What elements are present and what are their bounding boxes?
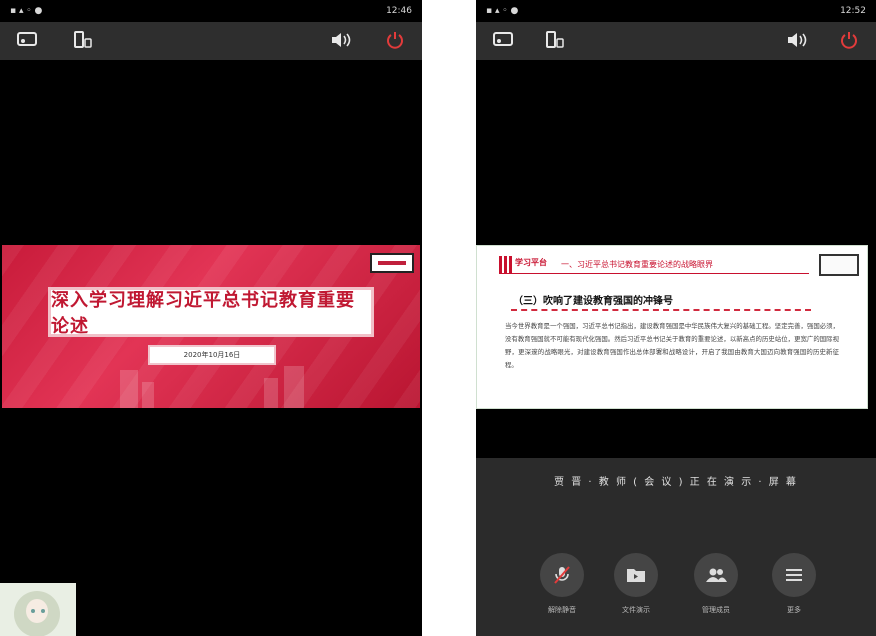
manage-members-button[interactable]: 管理成员 xyxy=(686,553,746,615)
menu-icon xyxy=(772,553,816,597)
slide-title: 深入学习理解习近平总书记教育重要论述 xyxy=(48,287,374,337)
slide-thumbnail xyxy=(819,254,859,276)
slide-section-header: 一、习近平总书记教育重要论述的战略眼界 xyxy=(561,260,713,269)
slide-subheading: （三）吹响了建设教育强国的冲锋号 xyxy=(513,296,673,307)
right-phone-screen: ▪ ▴ ◦ ● 12:52 学习平台 一、习近平总书记教育重要论述的战略眼界 （… xyxy=(476,0,876,636)
slide-subheading-underline xyxy=(511,309,811,311)
slide-date: 2020年10月16日 xyxy=(148,345,276,365)
screen-cast-icon[interactable] xyxy=(492,31,514,49)
unmute-label: 解除静音 xyxy=(548,606,576,614)
slide-corner-logo xyxy=(370,253,414,273)
speaker-icon[interactable] xyxy=(786,31,808,49)
speaker-icon[interactable] xyxy=(330,31,352,49)
status-signal-icons: ▪ ▴ ◦ ● xyxy=(10,6,43,16)
mic-muted-icon xyxy=(540,553,584,597)
avatar-eye xyxy=(31,609,35,613)
presenting-status: 贾 晋 · 教 师 ( 会 议 ) 正 在 演 示 · 屏 幕 xyxy=(554,477,798,488)
phone-icon[interactable] xyxy=(544,31,566,49)
screen-cast-icon[interactable] xyxy=(16,31,38,49)
status-signal-icons: ▪ ▴ ◦ ● xyxy=(486,6,519,16)
more-label: 更多 xyxy=(787,606,801,614)
slide-logo-text: 学习平台 xyxy=(515,258,547,267)
manage-members-label: 管理成员 xyxy=(702,606,730,614)
power-icon[interactable] xyxy=(384,31,406,49)
status-bar: ▪ ▴ ◦ ● 12:46 xyxy=(0,0,422,22)
building-decoration xyxy=(120,370,138,408)
building-decoration xyxy=(142,382,154,408)
file-present-label: 文件演示 xyxy=(622,606,650,614)
meeting-toolbar xyxy=(0,22,422,60)
status-time: 12:52 xyxy=(840,6,866,16)
left-phone-screen: ▪ ▴ ◦ ● 12:46 深入学习理解习近平总书记教育重要论述 2020年10… xyxy=(0,0,422,636)
shared-slide-title: 深入学习理解习近平总书记教育重要论述 2020年10月16日 xyxy=(2,245,420,408)
folder-icon xyxy=(614,553,658,597)
shared-slide-content: 学习平台 一、习近平总书记教育重要论述的战略眼界 （三）吹响了建设教育强国的冲锋… xyxy=(476,245,868,409)
power-icon[interactable] xyxy=(838,31,860,49)
phone-icon[interactable] xyxy=(72,31,94,49)
building-decoration xyxy=(284,366,304,408)
status-bar: ▪ ▴ ◦ ● 12:52 xyxy=(476,0,876,22)
more-button[interactable]: 更多 xyxy=(764,553,824,615)
building-decoration xyxy=(264,378,278,408)
slide-paragraph: 当今世界教育是一个强国，习近平总书记指出，建设教育强国是中华民族伟大复兴的基础工… xyxy=(505,322,839,369)
members-icon xyxy=(694,553,738,597)
status-time: 12:46 xyxy=(386,6,412,16)
unmute-button[interactable]: 解除静音 xyxy=(532,553,592,615)
meeting-toolbar xyxy=(476,22,876,60)
file-present-button[interactable]: 文件演示 xyxy=(606,553,666,615)
slide-header-divider xyxy=(499,273,809,274)
logo-bars-icon xyxy=(499,256,513,274)
avatar-eye xyxy=(41,609,45,613)
avatar[interactable] xyxy=(0,583,76,636)
